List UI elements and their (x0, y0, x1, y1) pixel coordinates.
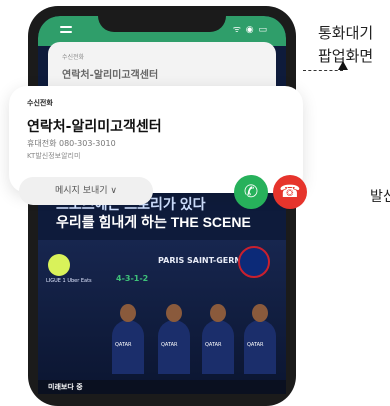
shirt-sponsor: QATAR (205, 342, 222, 348)
status-icons: ᯤ ◉ ▭ (232, 25, 268, 35)
bg-notification-label: 수신전화 (62, 54, 85, 61)
ligue1-logo (48, 254, 70, 276)
ticker-text: 미래보다 중 (48, 383, 83, 391)
player-figure: QATAR (158, 304, 190, 374)
poster-ticker: 미래보다 중 (38, 380, 286, 394)
send-message-button[interactable]: 메시지 보내기 ∨ (19, 177, 153, 205)
dashed-leader-line (303, 70, 343, 71)
decline-call-button[interactable]: ☎ (273, 175, 307, 209)
accept-call-button[interactable]: ✆ (234, 175, 268, 209)
shirt-sponsor: QATAR (247, 342, 264, 348)
caller-number: 휴대전화 080-303-3010 (27, 139, 116, 148)
annotation-waiting: 통화대기 (318, 24, 374, 42)
phone-decline-icon: ☎ (279, 182, 301, 202)
formation-label: 4-3-1-2 (116, 274, 149, 283)
player-figure: QATAR (202, 304, 234, 374)
menu-icon[interactable] (60, 26, 72, 36)
up-arrow-icon (338, 61, 348, 70)
league-label: LIGUE 1 Uber Eats (46, 278, 92, 284)
psg-crest-icon (238, 246, 270, 278)
bg-notification-caller: 연락처-알리미고객센터 (62, 70, 159, 81)
caller-carrier-info: KT발신정보알리미 (27, 152, 81, 160)
incoming-call-label: 수신전화 (27, 99, 53, 107)
caller-name: 연락처-알리미고객센터 (27, 119, 162, 135)
banner-title-2: 우리를 힘내게 하는 THE SCENE (56, 214, 251, 230)
camera-notch (98, 16, 226, 32)
shirt-sponsor: QATAR (115, 342, 132, 348)
player-figure: QATAR (244, 304, 276, 374)
phone-accept-icon: ✆ (243, 182, 259, 202)
psg-poster: LIGUE 1 Uber Eats 4-3-1-2 PARIS SAINT-GE… (38, 240, 286, 394)
annotation-outgoing: 발신 (370, 189, 390, 205)
shirt-sponsor: QATAR (161, 342, 178, 348)
player-figure: QATAR (112, 304, 144, 374)
